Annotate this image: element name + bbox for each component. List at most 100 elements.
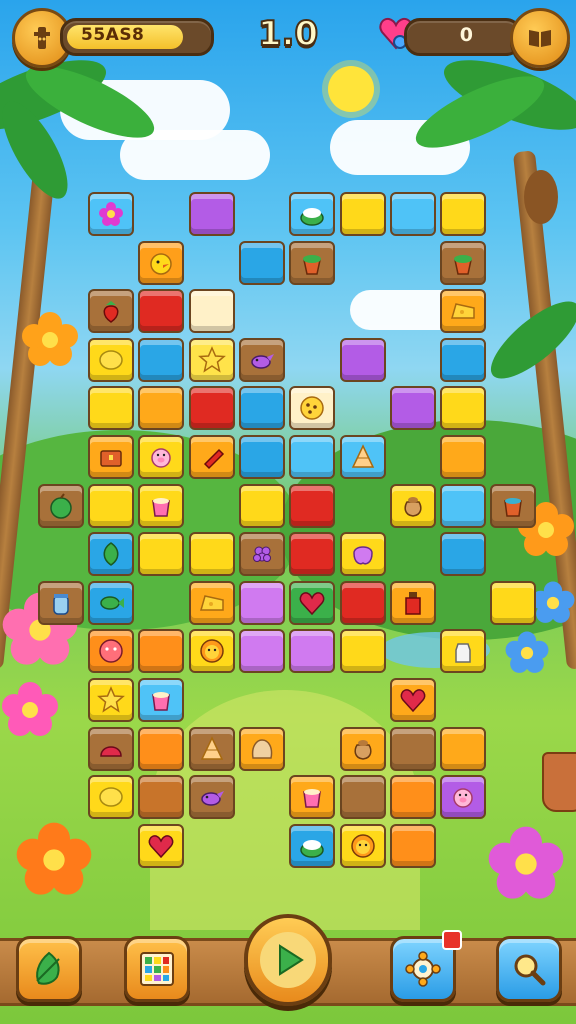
tile-plain[interactable] (88, 386, 134, 430)
tile-plain[interactable] (189, 289, 235, 333)
tile-plain[interactable] (138, 727, 184, 771)
tile-sack[interactable] (390, 484, 436, 528)
tile-cone[interactable] (340, 435, 386, 479)
tile-plain[interactable] (138, 532, 184, 576)
tile-pot[interactable] (289, 241, 335, 285)
tile-plain[interactable] (239, 241, 285, 285)
tile-heart[interactable] (138, 824, 184, 868)
tile-plain[interactable] (390, 824, 436, 868)
tile-plain[interactable] (440, 532, 486, 576)
tile-plain[interactable] (440, 435, 486, 479)
bird-icon (251, 354, 274, 369)
tile-plain[interactable] (239, 386, 285, 430)
tile-plain[interactable] (390, 775, 436, 819)
tile-plain[interactable] (88, 484, 134, 528)
tile-plain[interactable] (289, 435, 335, 479)
tile-lion[interactable] (340, 824, 386, 868)
face-icon (99, 639, 123, 663)
tile-shell[interactable] (88, 727, 134, 771)
tile-cup[interactable] (138, 678, 184, 722)
tile-blob[interactable] (340, 532, 386, 576)
tile-plain[interactable] (239, 484, 285, 528)
tile-bird[interactable] (239, 338, 285, 382)
tile-candy[interactable] (189, 435, 235, 479)
lemon-icon (99, 787, 123, 807)
tile-cheese[interactable] (440, 289, 486, 333)
tile-plain[interactable] (340, 581, 386, 625)
tile-plain[interactable] (189, 192, 235, 236)
tile-apple[interactable] (38, 484, 84, 528)
tile-fish[interactable] (88, 581, 134, 625)
tile-plain[interactable] (440, 484, 486, 528)
tile-bird[interactable] (189, 775, 235, 819)
tile-plain[interactable] (189, 532, 235, 576)
jar-icon (53, 594, 69, 615)
tile-plain[interactable] (390, 386, 436, 430)
tile-cone[interactable] (189, 727, 235, 771)
tile-plain[interactable] (340, 338, 386, 382)
search-button[interactable] (496, 936, 562, 1002)
tile-bottle[interactable] (390, 581, 436, 625)
cup-icon (303, 789, 321, 808)
tile-plain[interactable] (189, 386, 235, 430)
leaf-button[interactable] (16, 936, 82, 1002)
tile-milk[interactable] (440, 629, 486, 673)
tile-cheese[interactable] (189, 581, 235, 625)
tile-plain[interactable] (390, 727, 436, 771)
tile-chick[interactable] (138, 241, 184, 285)
tile-plain[interactable] (289, 484, 335, 528)
tile-plain[interactable] (239, 435, 285, 479)
tile-plain[interactable] (440, 386, 486, 430)
tile-flower[interactable] (88, 192, 134, 236)
apple-icon (50, 493, 72, 519)
tile-bowl[interactable] (289, 192, 335, 236)
tile-jar[interactable] (38, 581, 84, 625)
tile-sack[interactable] (340, 727, 386, 771)
tile-plain[interactable] (340, 629, 386, 673)
tile-plain[interactable] (138, 289, 184, 333)
tile-plain[interactable] (138, 629, 184, 673)
tile-plain[interactable] (138, 386, 184, 430)
tile-leaf[interactable] (88, 532, 134, 576)
tile-bowl[interactable] (289, 824, 335, 868)
tile-plain[interactable] (490, 581, 536, 625)
tile-face[interactable] (88, 629, 134, 673)
tile-chest[interactable] (88, 435, 134, 479)
tile-pig[interactable] (440, 775, 486, 819)
tile-pig[interactable] (138, 435, 184, 479)
tile-lion[interactable] (189, 629, 235, 673)
heart-icon (299, 592, 325, 616)
leaf-icon (36, 951, 60, 985)
tile-lemon[interactable] (88, 338, 134, 382)
star-icon (97, 686, 125, 713)
tile-pot[interactable] (440, 241, 486, 285)
tile-bread[interactable] (239, 727, 285, 771)
tile-heart[interactable] (289, 581, 335, 625)
tile-plain[interactable] (390, 192, 436, 236)
search-icon (514, 954, 546, 986)
tile-plain[interactable] (289, 532, 335, 576)
tile-plain[interactable] (340, 192, 386, 236)
tile-star[interactable] (189, 338, 235, 382)
tile-star[interactable] (88, 678, 134, 722)
tile-plain[interactable] (239, 629, 285, 673)
play-button[interactable] (244, 914, 332, 1006)
tile-plain[interactable] (239, 581, 285, 625)
tile-grape[interactable] (239, 532, 285, 576)
tile-plain[interactable] (138, 775, 184, 819)
tile-plain[interactable] (440, 192, 486, 236)
tile-lemon[interactable] (88, 775, 134, 819)
tile-cup[interactable] (289, 775, 335, 819)
tile-plain[interactable] (440, 338, 486, 382)
grid-button[interactable] (124, 936, 190, 1002)
bowl-icon (300, 208, 324, 226)
tile-plain[interactable] (340, 775, 386, 819)
tile-cup[interactable] (138, 484, 184, 528)
tile-heart[interactable] (390, 678, 436, 722)
tile-plain[interactable] (440, 727, 486, 771)
tile-cookie[interactable] (289, 386, 335, 430)
tile-plain[interactable] (138, 338, 184, 382)
tile-plain[interactable] (289, 629, 335, 673)
tile-strawberry[interactable] (88, 289, 134, 333)
tile-bucket[interactable] (490, 484, 536, 528)
